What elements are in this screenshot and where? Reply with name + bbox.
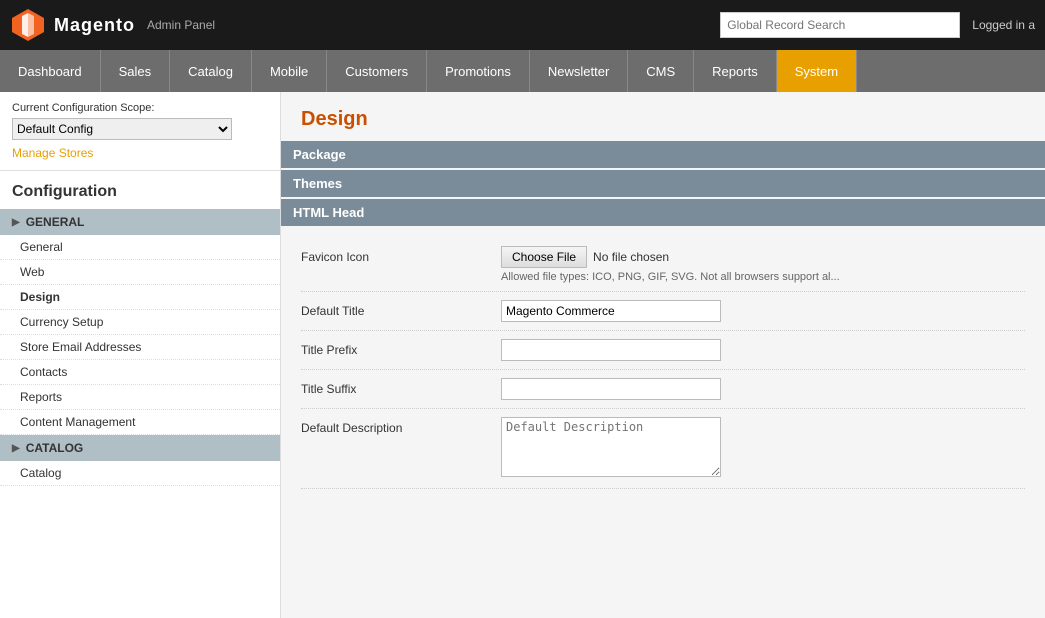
nav-item-mobile[interactable]: Mobile <box>252 50 327 92</box>
sidebar-item-web[interactable]: Web <box>0 260 280 285</box>
header: Magento Admin Panel Logged in a <box>0 0 1045 50</box>
title-suffix-row: Title Suffix <box>301 370 1025 409</box>
section-header-html-head: HTML Head <box>281 199 1045 226</box>
section-header-themes: Themes <box>281 170 1045 197</box>
title-prefix-label: Title Prefix <box>301 339 501 357</box>
page-title: Design <box>281 92 1045 141</box>
content-area: Design Package Themes HTML Head Favicon … <box>281 92 1045 618</box>
nav-item-promotions[interactable]: Promotions <box>427 50 530 92</box>
favicon-row: Favicon Icon Choose File No file chosen … <box>301 238 1025 292</box>
nav-item-newsletter[interactable]: Newsletter <box>530 50 628 92</box>
main-layout: Current Configuration Scope: Default Con… <box>0 92 1045 618</box>
default-desc-textarea[interactable] <box>501 417 721 477</box>
title-prefix-row: Title Prefix <box>301 331 1025 370</box>
scope-label: Current Configuration Scope: <box>12 102 268 114</box>
form-area: Favicon Icon Choose File No file chosen … <box>281 228 1045 499</box>
global-search-input[interactable] <box>720 12 960 38</box>
sidebar-item-content-management[interactable]: Content Management <box>0 410 280 435</box>
sidebar-item-design[interactable]: Design <box>0 285 280 310</box>
sidebar-sections: ▶GENERALGeneralWebDesignCurrency SetupSt… <box>0 209 280 486</box>
manage-stores-link[interactable]: Manage Stores <box>12 146 268 160</box>
section-arrow-icon: ▶ <box>12 443 20 454</box>
nav-item-customers[interactable]: Customers <box>327 50 427 92</box>
sidebar-item-store-email-addresses[interactable]: Store Email Addresses <box>0 335 280 360</box>
nav-item-sales[interactable]: Sales <box>101 50 171 92</box>
nav-item-system[interactable]: System <box>777 50 857 92</box>
magento-logo-icon <box>10 7 46 43</box>
logo-area: Magento Admin Panel <box>10 7 215 43</box>
title-suffix-label: Title Suffix <box>301 378 501 396</box>
section-header-package: Package <box>281 141 1045 168</box>
default-desc-label: Default Description <box>301 417 501 435</box>
nav-item-cms[interactable]: CMS <box>628 50 694 92</box>
logo-brand-text: Magento <box>54 15 135 36</box>
title-prefix-input[interactable] <box>501 339 721 361</box>
sidebar-item-catalog[interactable]: Catalog <box>0 461 280 486</box>
nav-item-dashboard[interactable]: Dashboard <box>0 50 101 92</box>
choose-file-button[interactable]: Choose File <box>501 246 587 268</box>
default-desc-control <box>501 417 1025 480</box>
logo-subtitle-text: Admin Panel <box>147 18 215 32</box>
favicon-control: Choose File No file chosen Allowed file … <box>501 246 1025 283</box>
no-file-text: No file chosen <box>593 246 669 264</box>
title-suffix-control <box>501 378 1025 400</box>
default-title-input[interactable] <box>501 300 721 322</box>
nav-item-reports[interactable]: Reports <box>694 50 777 92</box>
sidebar-section-catalog[interactable]: ▶CATALOG <box>0 435 280 461</box>
favicon-label: Favicon Icon <box>301 246 501 264</box>
sidebar: Current Configuration Scope: Default Con… <box>0 92 281 618</box>
sidebar-item-reports[interactable]: Reports <box>0 385 280 410</box>
sidebar-section-general[interactable]: ▶GENERAL <box>0 209 280 235</box>
main-navigation: DashboardSalesCatalogMobileCustomersProm… <box>0 50 1045 92</box>
sidebar-title: Configuration <box>0 171 280 209</box>
default-title-label: Default Title <box>301 300 501 318</box>
logged-in-text: Logged in a <box>972 18 1035 32</box>
section-arrow-icon: ▶ <box>12 217 20 228</box>
header-right: Logged in a <box>720 12 1035 38</box>
file-hint: Allowed file types: ICO, PNG, GIF, SVG. … <box>501 271 1025 283</box>
nav-item-catalog[interactable]: Catalog <box>170 50 252 92</box>
title-prefix-control <box>501 339 1025 361</box>
default-title-row: Default Title <box>301 292 1025 331</box>
scope-select[interactable]: Default Config <box>12 118 232 140</box>
sidebar-item-currency-setup[interactable]: Currency Setup <box>0 310 280 335</box>
title-suffix-input[interactable] <box>501 378 721 400</box>
scope-area: Current Configuration Scope: Default Con… <box>0 92 280 171</box>
sidebar-item-contacts[interactable]: Contacts <box>0 360 280 385</box>
default-title-control <box>501 300 1025 322</box>
sidebar-item-general[interactable]: General <box>0 235 280 260</box>
default-desc-row: Default Description <box>301 409 1025 489</box>
